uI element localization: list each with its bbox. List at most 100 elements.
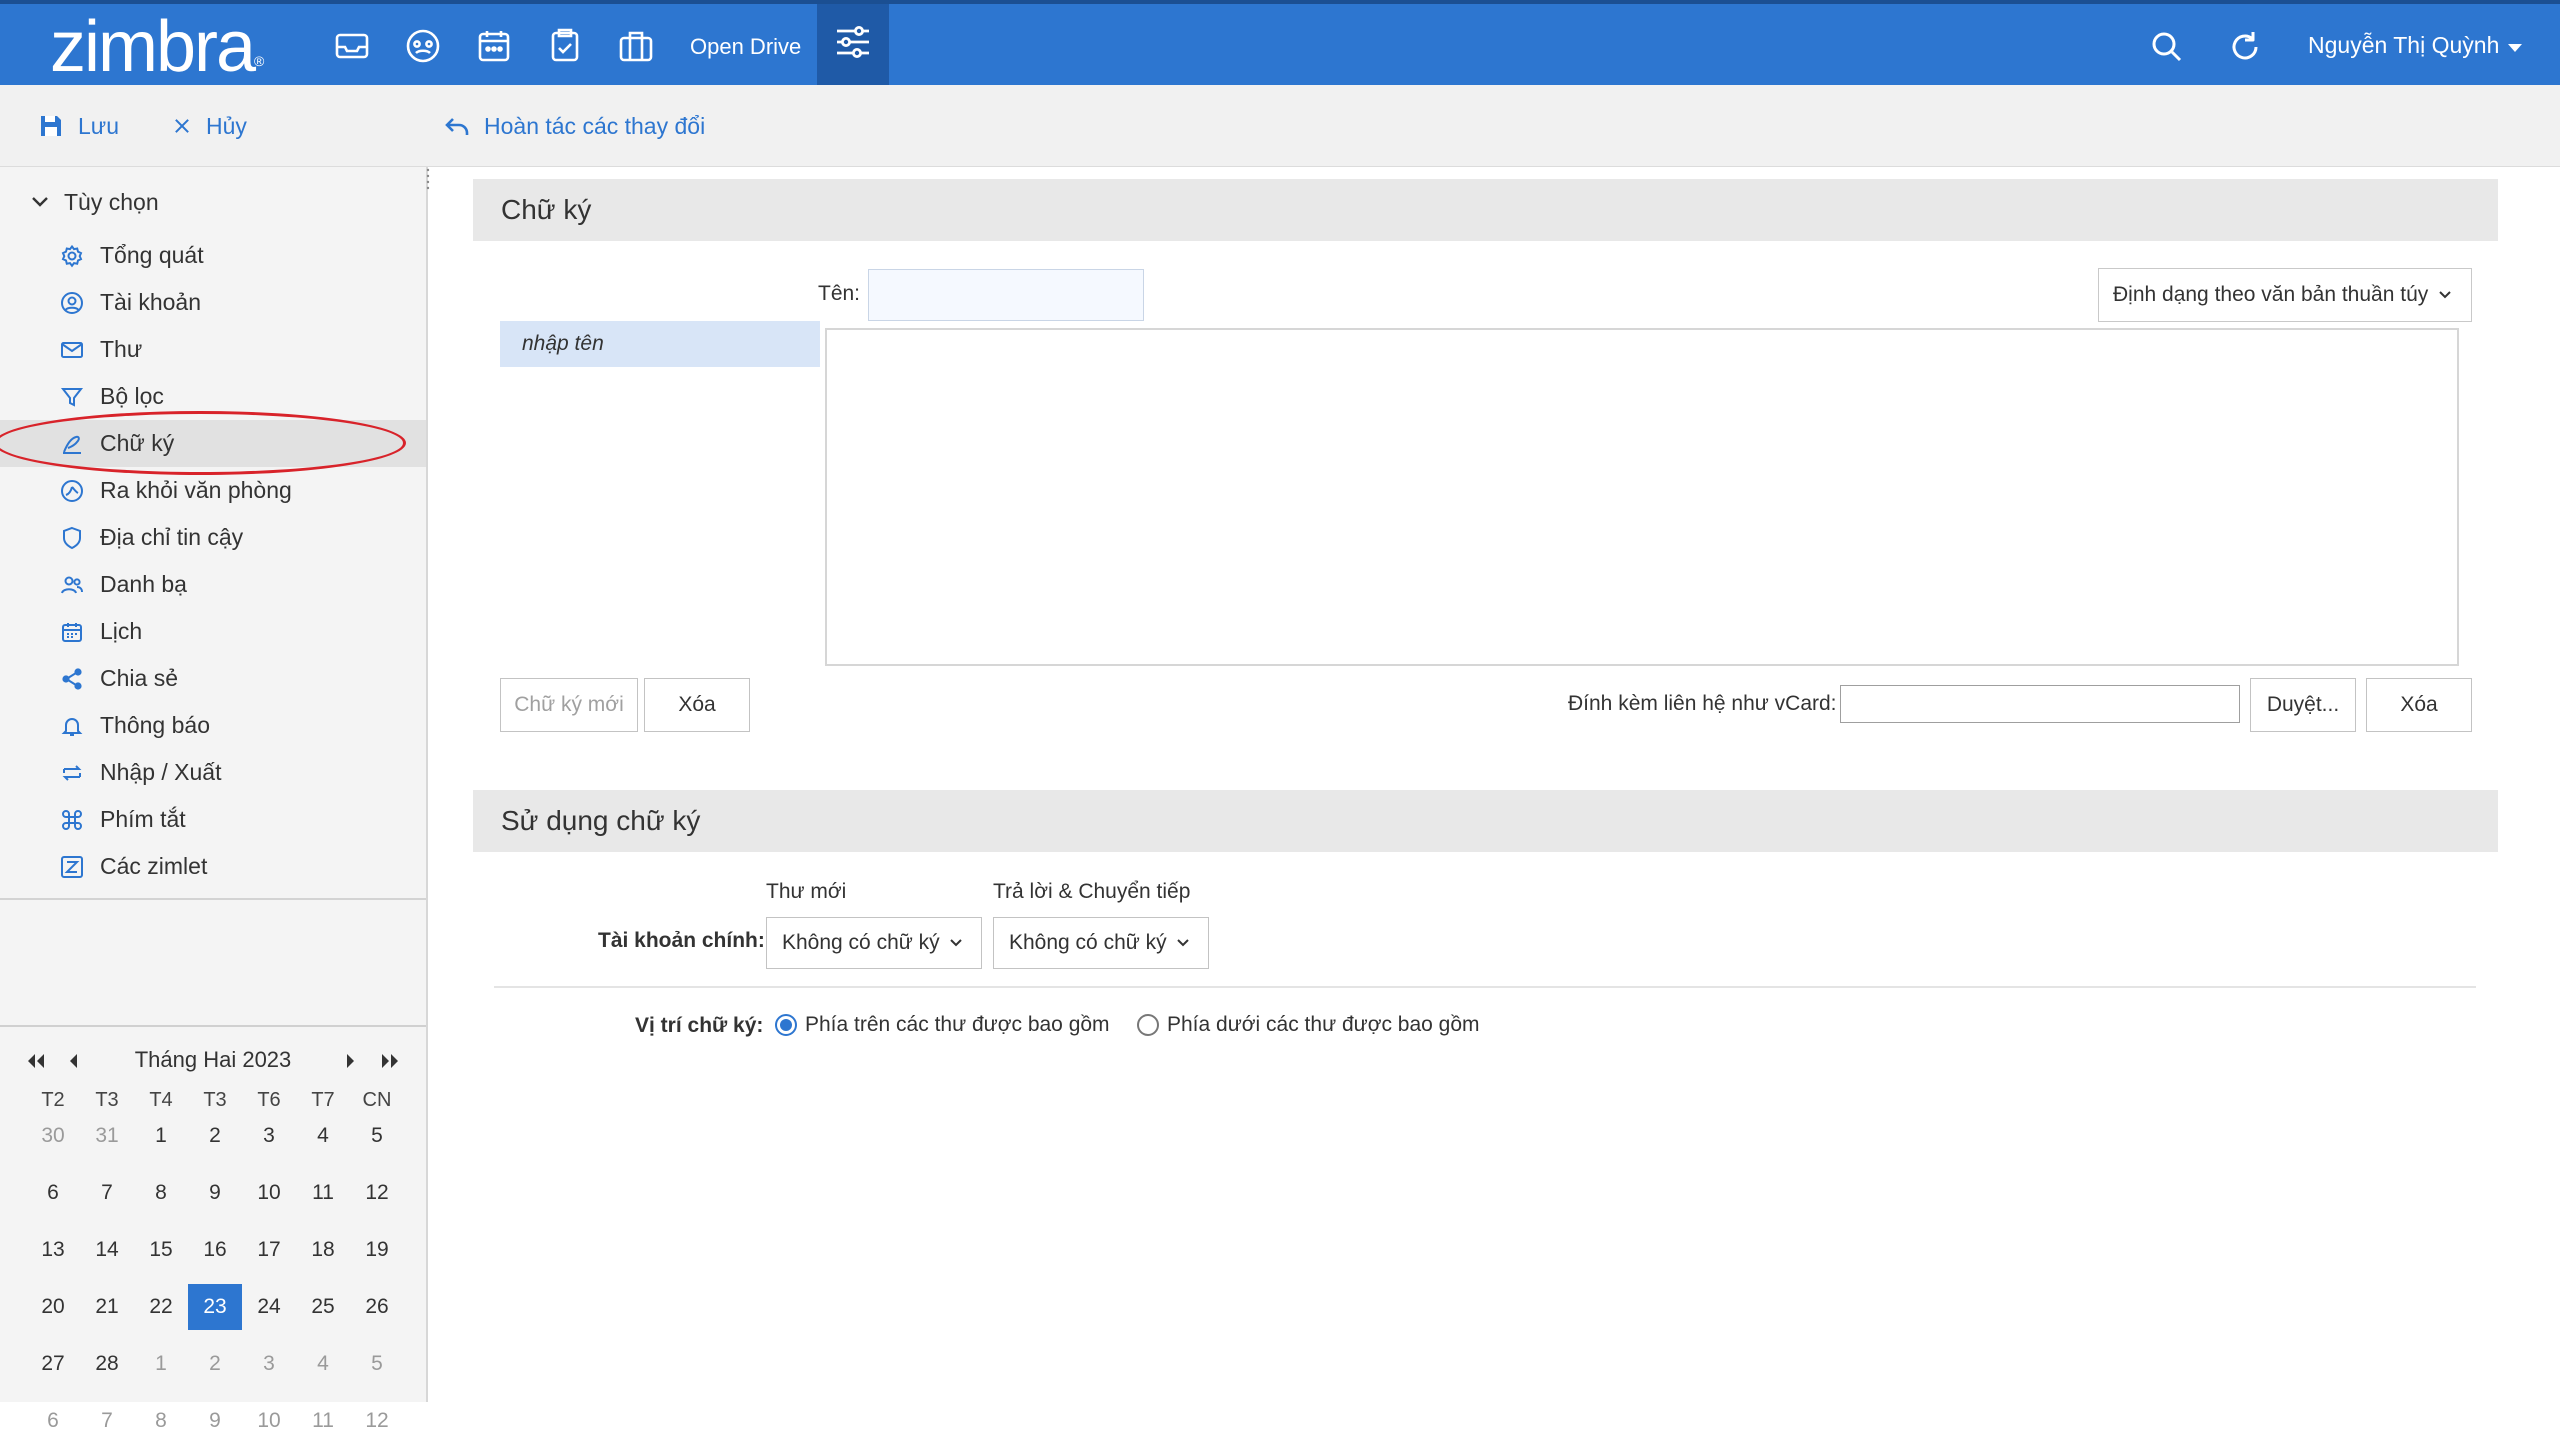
next-month-icon[interactable] [346,1053,356,1069]
nav-item-sharing[interactable]: Chia sẻ [0,655,426,702]
nav-item-zimlets[interactable]: Các zimlet [0,843,426,890]
calendar-day[interactable]: 8 [134,1170,188,1216]
calendar-day[interactable]: 7 [80,1398,134,1444]
browse-button[interactable]: Duyệt... [2250,678,2356,732]
delete-signature-button[interactable]: Xóa [644,678,750,732]
options-header-label: Tùy chọn [64,188,159,215]
position-above-radio[interactable]: Phía trên các thư được bao gồm [775,1013,1110,1037]
chevron-down-icon [1176,939,1189,947]
radio-button-selected[interactable] [775,1014,797,1036]
revert-changes-button[interactable]: Hoàn tác các thay đổi [444,111,705,141]
calendar-day[interactable]: 12 [350,1398,404,1444]
sliders-icon [837,26,869,58]
signature-usage-section-title: Sử dụng chữ ký [473,790,2498,852]
calendar-day[interactable]: 5 [350,1113,404,1159]
calendar-day[interactable]: 11 [296,1398,350,1444]
calendar-day[interactable]: 8 [134,1398,188,1444]
share-icon [62,667,82,690]
calendar-day[interactable]: 6 [26,1170,80,1216]
calendar-day[interactable]: 27 [26,1341,80,1387]
calendar-day[interactable]: 12 [350,1170,404,1216]
calendar-day[interactable]: 2 [188,1341,242,1387]
nav-item-shortcuts[interactable]: Phím tắt [0,796,426,843]
calendar-day[interactable]: 10 [242,1398,296,1444]
calendar-day[interactable]: 11 [296,1170,350,1216]
cancel-button[interactable]: Hủy [172,111,247,141]
calendar-day[interactable]: 4 [296,1113,350,1159]
calendar-day[interactable]: 24 [242,1284,296,1330]
next-year-icon[interactable] [380,1053,400,1069]
vcard-input[interactable] [1840,685,2240,723]
calendar-day[interactable]: 26 [350,1284,404,1330]
save-button[interactable]: Lưu [38,111,119,141]
calendar-day[interactable]: 20 [26,1284,80,1330]
calendar-day[interactable]: 7 [80,1170,134,1216]
mail-app-icon[interactable] [332,26,372,66]
calendar-day[interactable]: 31 [80,1113,134,1159]
refresh-icon[interactable] [2226,28,2264,66]
calendar-app-icon[interactable] [474,26,514,66]
out-of-office-icon [61,479,83,502]
nav-item-general[interactable]: Tổng quát [0,232,426,279]
preferences-tab[interactable] [817,4,889,85]
calendar-day[interactable]: 3 [242,1113,296,1159]
nav-item-import-export[interactable]: Nhập / Xuất [0,749,426,796]
chevron-down-icon [2439,291,2451,299]
contacts-app-icon[interactable] [403,26,443,66]
weekday-header: T4 [149,1089,173,1111]
options-tree-header[interactable]: Tùy chọn [30,185,159,219]
format-dropdown[interactable]: Định dạng theo văn bản thuần túy [2098,268,2472,322]
tasks-app-icon[interactable] [545,26,585,66]
calendar-day[interactable]: 19 [350,1227,404,1273]
nav-item-label: Tổng quát [100,242,204,268]
reply-signature-dropdown[interactable]: Không có chữ ký [993,917,1209,969]
nav-item-notifications[interactable]: Thông báo [0,702,426,749]
calendar-day[interactable]: 1 [134,1113,188,1159]
open-drive-link[interactable]: Open Drive [690,34,801,60]
calendar-day[interactable]: 14 [80,1227,134,1273]
calendar-day[interactable]: 10 [242,1170,296,1216]
calendar-day[interactable]: 21 [80,1284,134,1330]
calendar-day[interactable]: 1 [134,1341,188,1387]
weekday-header: CN [362,1089,392,1111]
calendar-day[interactable]: 16 [188,1227,242,1273]
calendar-day[interactable]: 23 [188,1284,242,1330]
nav-item-mail[interactable]: Thư [0,326,426,373]
calendar-day[interactable]: 30 [26,1113,80,1159]
user-menu[interactable]: Nguyễn Thị Quỳnh [2308,32,2499,59]
calendar-day[interactable]: 28 [80,1341,134,1387]
calendar-day[interactable]: 3 [242,1341,296,1387]
signature-list-item[interactable]: nhập tên [500,321,820,367]
nav-item-label: Ra khỏi văn phòng [100,477,292,503]
import-export-icon [62,764,82,781]
radio-button[interactable] [1137,1014,1159,1036]
calendar-day[interactable]: 6 [26,1398,80,1444]
new-signature-button[interactable]: Chữ ký mới [500,678,638,732]
calendar-day[interactable]: 18 [296,1227,350,1273]
nav-item-account[interactable]: Tài khoản [0,279,426,326]
filter-icon [60,387,84,407]
calendar-day[interactable]: 9 [188,1398,242,1444]
calendar-day[interactable]: 5 [350,1341,404,1387]
zimbra-logo[interactable]: zimbra® [50,10,264,84]
new-mail-signature-dropdown[interactable]: Không có chữ ký [766,917,982,969]
signature-name-input[interactable] [868,269,1144,321]
calendar-day[interactable]: 2 [188,1113,242,1159]
mini-calendar-title[interactable]: Tháng Hai 2023 [0,1047,426,1073]
briefcase-app-icon[interactable] [616,26,656,66]
search-icon[interactable] [2148,28,2186,66]
delete-vcard-button[interactable]: Xóa [2366,678,2472,732]
calendar-day[interactable]: 17 [242,1227,296,1273]
chevron-down-icon[interactable] [2508,44,2522,52]
calendar-day[interactable]: 9 [188,1170,242,1216]
calendar-day[interactable]: 15 [134,1227,188,1273]
calendar-day[interactable]: 25 [296,1284,350,1330]
nav-item-calendar[interactable]: Lịch [0,608,426,655]
nav-item-trusted-addresses[interactable]: Địa chỉ tin cậy [0,514,426,561]
nav-item-contacts[interactable]: Danh bạ [0,561,426,608]
position-below-radio[interactable]: Phía dưới các thư được bao gồm [1137,1013,1480,1037]
signature-editor[interactable] [825,328,2459,666]
calendar-day[interactable]: 4 [296,1341,350,1387]
calendar-day[interactable]: 13 [26,1227,80,1273]
calendar-day[interactable]: 22 [134,1284,188,1330]
